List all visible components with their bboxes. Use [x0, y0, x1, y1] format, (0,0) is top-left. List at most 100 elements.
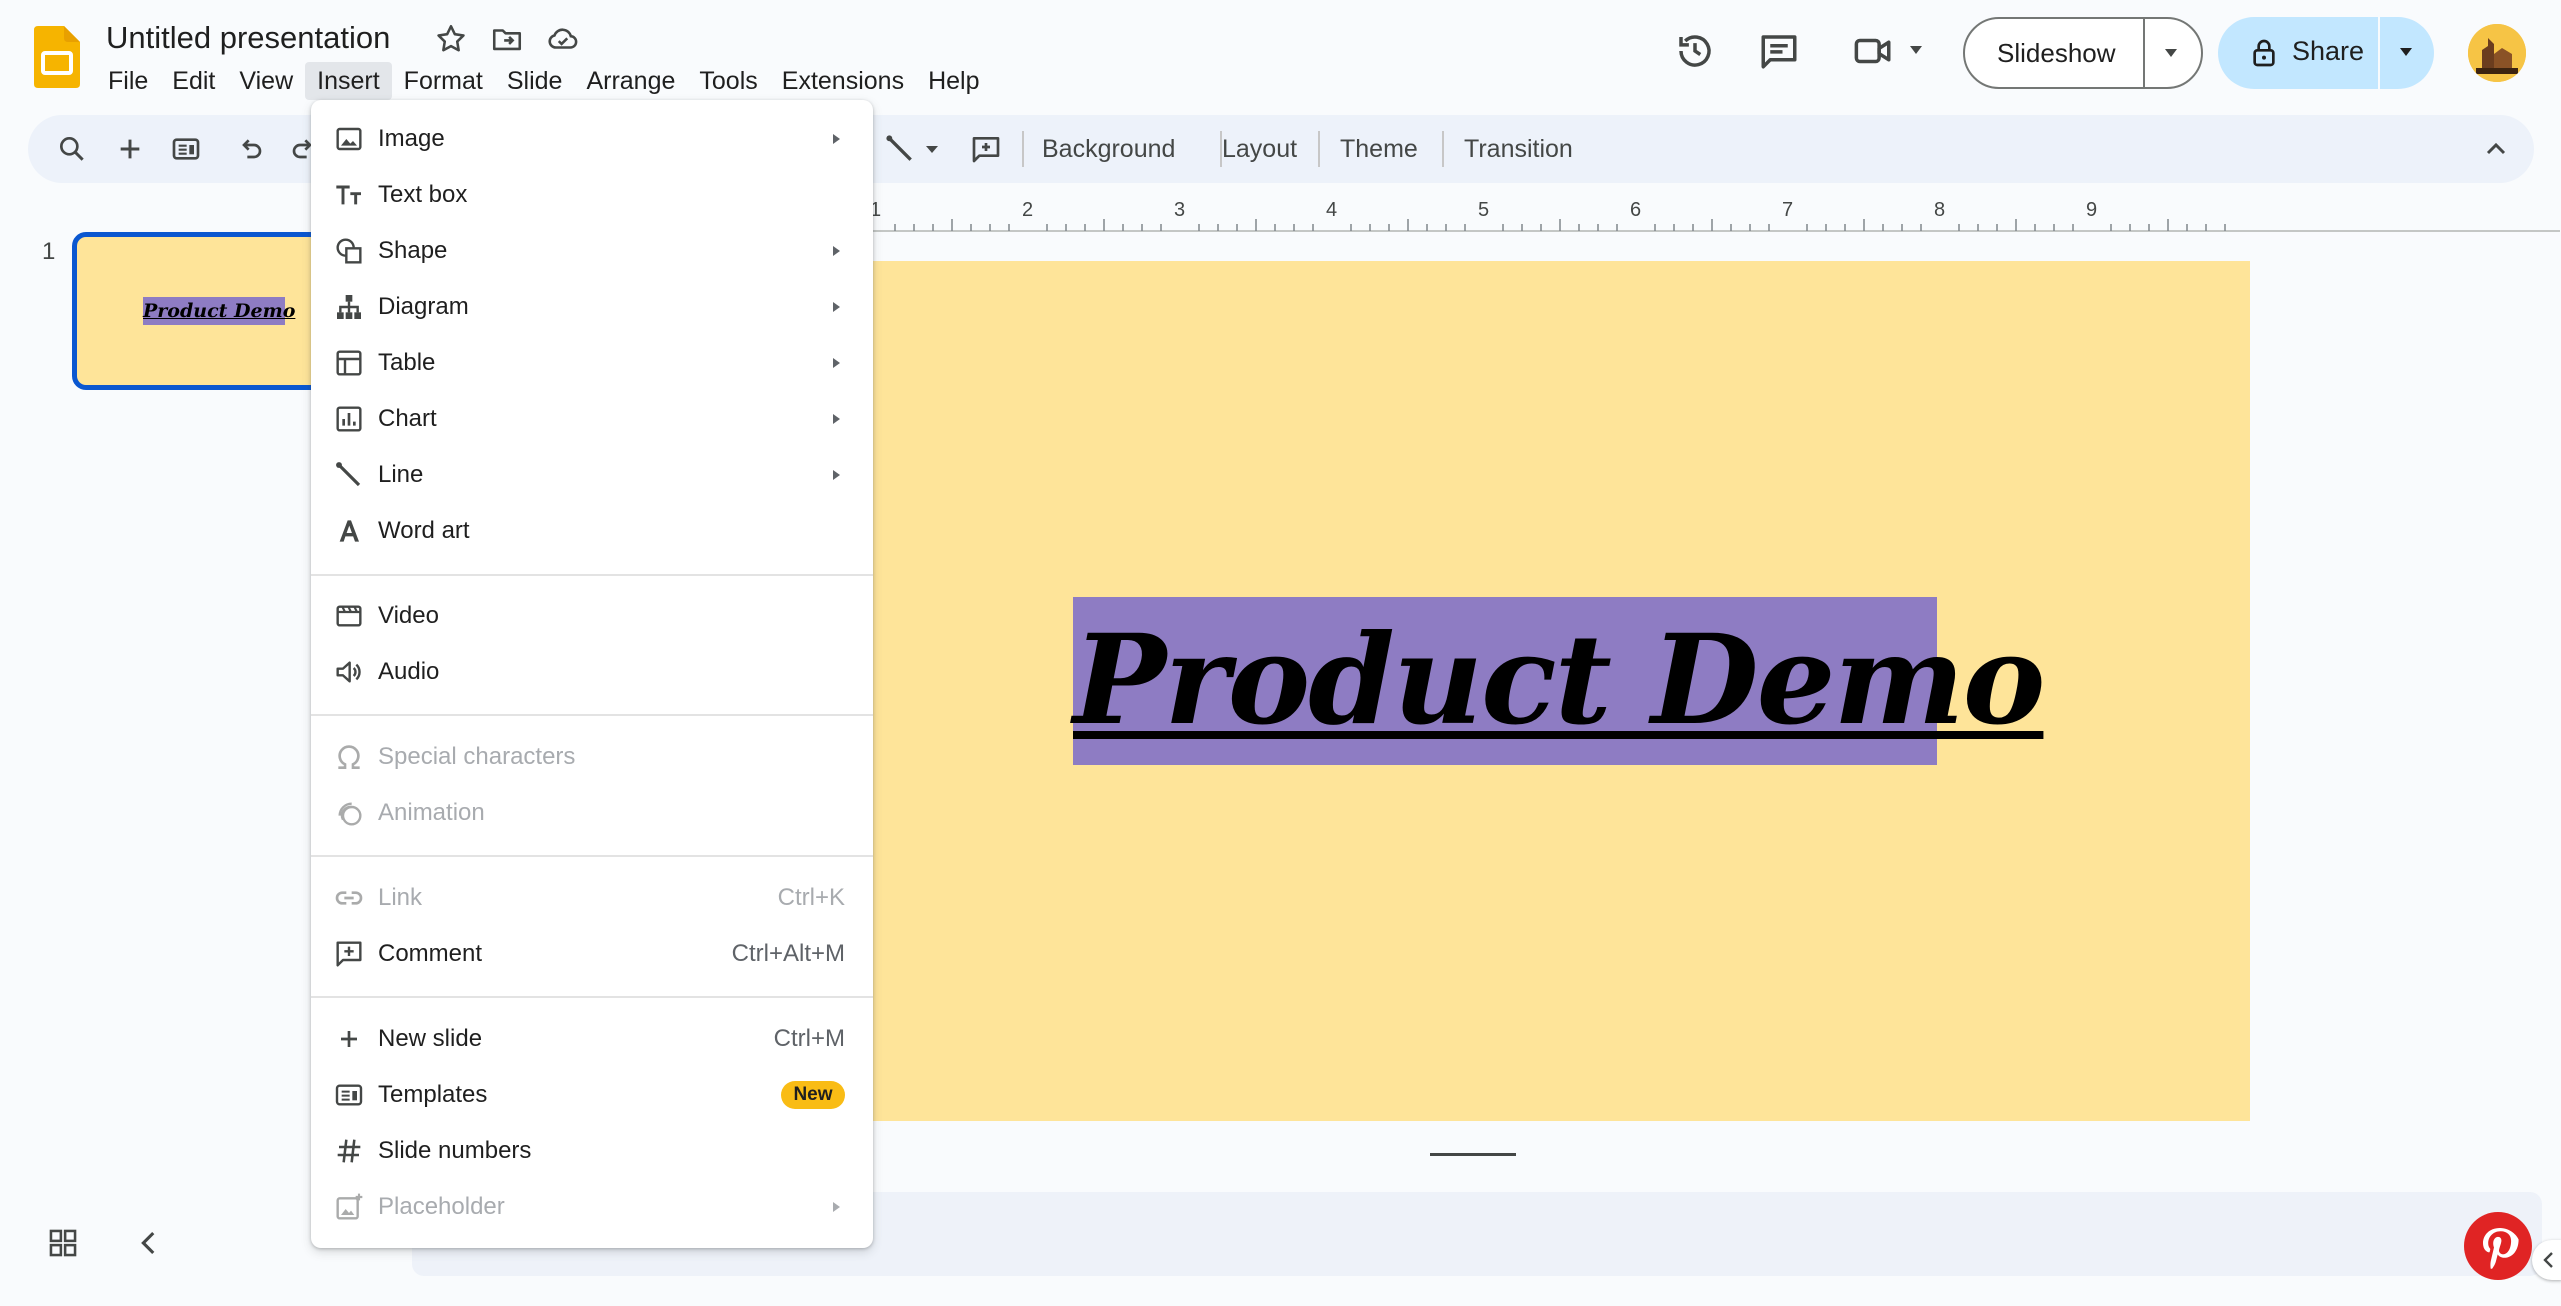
move-to-folder-icon[interactable] — [490, 22, 524, 56]
insert-table-item[interactable]: Table — [311, 335, 873, 391]
shortcut-label: Ctrl+M — [773, 1025, 845, 1052]
menu-extensions[interactable]: Extensions — [770, 62, 916, 100]
shape-icon — [333, 235, 365, 267]
speaker-notes-resize-handle[interactable] — [1430, 1153, 1516, 1156]
star-icon[interactable] — [434, 22, 468, 56]
word-art-icon — [333, 515, 365, 547]
plus-icon — [333, 1023, 365, 1055]
video-icon — [333, 600, 365, 632]
collapse-filmstrip-chevron-left-icon[interactable] — [132, 1226, 166, 1260]
transition-button[interactable]: Transition — [1464, 133, 1573, 165]
submenu-arrow-icon — [829, 351, 845, 375]
insert-comment-item[interactable]: Comment Ctrl+Alt+M — [311, 926, 873, 982]
animation-icon — [333, 797, 365, 829]
insert-animation-item[interactable]: Animation — [311, 785, 873, 841]
submenu-arrow-icon — [829, 1195, 845, 1219]
meet-video-icon[interactable] — [1852, 30, 1894, 72]
slide-title[interactable]: Product Demo — [1073, 597, 2045, 765]
insert-video-item[interactable]: Video — [311, 588, 873, 644]
menu-edit[interactable]: Edit — [160, 62, 227, 100]
templates-icon — [333, 1079, 365, 1111]
placeholder-icon — [333, 1191, 365, 1223]
insert-templates-item[interactable]: Templates New — [311, 1067, 873, 1123]
insert-slide-numbers-item[interactable]: Slide numbers — [311, 1123, 873, 1179]
avatar[interactable] — [2468, 24, 2526, 82]
slideshow-label: Slideshow — [1997, 38, 2116, 68]
submenu-arrow-icon — [829, 407, 845, 431]
insert-comment-icon[interactable] — [970, 133, 1002, 165]
undo-icon[interactable] — [234, 133, 266, 165]
insert-word-art-item[interactable]: Word art — [311, 503, 873, 559]
menu-help[interactable]: Help — [916, 62, 991, 100]
redo-icon[interactable] — [288, 133, 312, 165]
thumbnail-title: Product Demo — [143, 297, 295, 325]
share-options-chevron-icon[interactable] — [2398, 46, 2414, 58]
slides-logo-icon[interactable] — [34, 26, 80, 88]
share-label: Share — [2292, 36, 2365, 66]
cloud-saved-icon[interactable] — [546, 22, 580, 56]
chart-icon — [333, 403, 365, 435]
link-icon — [333, 882, 365, 914]
menu-arrange[interactable]: Arrange — [574, 62, 687, 100]
ruler-label: 4 — [1326, 199, 1337, 221]
menu-tools[interactable]: Tools — [687, 62, 769, 100]
insert-placeholder-item[interactable]: Placeholder — [311, 1179, 873, 1235]
insert-diagram-item[interactable]: Diagram — [311, 279, 873, 335]
image-icon — [333, 123, 365, 155]
insert-line-item[interactable]: Line — [311, 447, 873, 503]
menu-format[interactable]: Format — [392, 62, 495, 100]
submenu-arrow-icon — [829, 127, 845, 151]
submenu-arrow-icon — [829, 463, 845, 487]
line-tool-dropdown-icon[interactable] — [924, 133, 940, 165]
insert-audio-item[interactable]: Audio — [311, 644, 873, 700]
menu-file[interactable]: File — [96, 62, 160, 100]
ruler-label: 6 — [1630, 199, 1641, 221]
templates-icon[interactable] — [170, 133, 202, 165]
horizontal-ruler: 123456789 — [870, 196, 2560, 232]
title-text-box[interactable]: Product Demo — [1073, 597, 2045, 765]
insert-image-item[interactable]: Image — [311, 111, 873, 167]
insert-chart-item[interactable]: Chart — [311, 391, 873, 447]
menu-insert[interactable]: Insert — [305, 62, 392, 100]
slide-canvas[interactable]: Product Demo — [872, 261, 2250, 1121]
text-box-icon — [333, 179, 365, 211]
version-history-icon[interactable] — [1674, 30, 1716, 72]
layout-button[interactable]: Layout — [1222, 133, 1297, 165]
insert-menu-dropdown: Image Text box Shape Diagram Table Chart… — [311, 100, 873, 1248]
ruler-label: 5 — [1478, 199, 1489, 221]
insert-shape-item[interactable]: Shape — [311, 223, 873, 279]
line-icon — [333, 459, 365, 491]
grid-view-icon[interactable] — [46, 1226, 80, 1260]
new-slide-plus-icon[interactable] — [114, 133, 146, 165]
side-panel-toggle-chevron-icon[interactable] — [2532, 1240, 2561, 1280]
insert-new-slide-item[interactable]: New slide Ctrl+M — [311, 1011, 873, 1067]
insert-link-item[interactable]: Link Ctrl+K — [311, 870, 873, 926]
pinterest-extension-icon[interactable] — [2464, 1212, 2532, 1280]
submenu-arrow-icon — [829, 239, 845, 263]
new-badge: New — [781, 1081, 845, 1109]
audio-icon — [333, 656, 365, 688]
insert-text-box-item[interactable]: Text box — [311, 167, 873, 223]
menu-view[interactable]: View — [227, 62, 305, 100]
line-tool-icon[interactable] — [884, 133, 916, 165]
insert-special-characters-item[interactable]: Special characters — [311, 729, 873, 785]
share-button[interactable]: Share — [2218, 17, 2434, 89]
shortcut-label: Ctrl+K — [777, 884, 845, 911]
lock-icon — [2248, 37, 2280, 69]
ruler-label: 7 — [1782, 199, 1793, 221]
document-title[interactable]: Untitled presentation — [106, 20, 390, 56]
search-menus-icon[interactable] — [56, 133, 88, 165]
slide-thumbnail[interactable]: Product Demo — [72, 232, 342, 390]
menu-bar: File Edit View Insert Format Slide Arran… — [96, 62, 992, 100]
meet-dropdown-icon[interactable] — [1908, 44, 1924, 56]
hash-icon — [333, 1135, 365, 1167]
ruler-label: 3 — [1174, 199, 1185, 221]
menu-slide[interactable]: Slide — [495, 62, 575, 100]
theme-button[interactable]: Theme — [1340, 133, 1418, 165]
ruler-label: 2 — [1022, 199, 1033, 221]
slideshow-button[interactable]: Slideshow — [1963, 17, 2203, 89]
comments-icon[interactable] — [1758, 30, 1800, 72]
collapse-toolbar-chevron-up-icon[interactable] — [2480, 133, 2512, 165]
background-button[interactable]: Background — [1042, 133, 1175, 165]
slideshow-options-chevron-icon[interactable] — [2163, 47, 2179, 59]
